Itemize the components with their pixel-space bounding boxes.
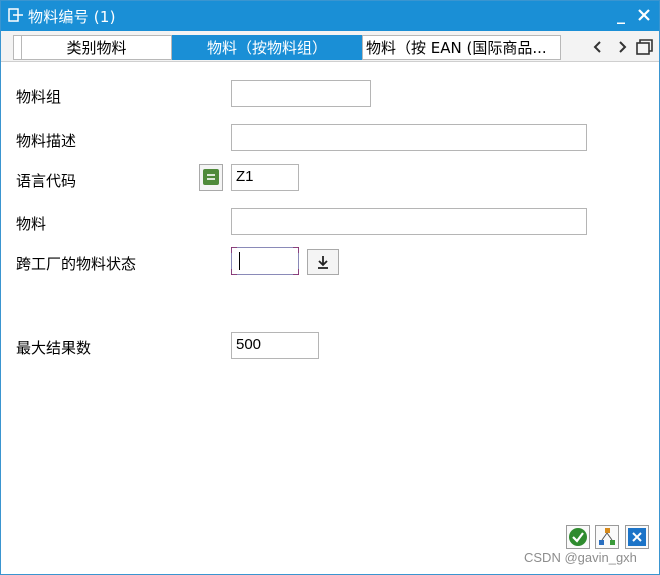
check-icon <box>569 528 587 546</box>
max-results-label: 最大结果数 <box>16 339 92 357</box>
close-icon[interactable] <box>636 6 652 24</box>
material-group-label: 物料组 <box>16 88 62 106</box>
dialog-window: 物料编号 (1) _ 类别物料 物料（按物料组） 物料（按 EAN (国际商品.… <box>0 0 660 575</box>
cross-plant-status-label: 跨工厂的物料状态 <box>16 255 137 273</box>
window-title: 物料编号 (1) <box>28 8 116 26</box>
minimize-icon[interactable]: _ <box>613 6 629 24</box>
cancel-icon <box>628 528 646 546</box>
equals-icon <box>203 169 219 185</box>
material-label: 物料 <box>16 215 47 233</box>
chevron-left-icon[interactable] <box>589 37 607 57</box>
focus-corners <box>231 247 299 275</box>
watermark-text: CSDN @gavin_gxh <box>524 550 637 565</box>
tab-material-by-ean[interactable]: 物料（按 EAN (国际商品... <box>362 35 561 60</box>
max-results-input[interactable]: 500 <box>231 332 319 359</box>
material-description-input[interactable] <box>231 124 587 151</box>
confirm-button[interactable] <box>566 525 590 549</box>
download-icon <box>318 256 328 269</box>
tab-category-material[interactable]: 类别物料 <box>21 35 172 60</box>
language-select-button[interactable] <box>199 164 223 191</box>
cancel-button[interactable] <box>625 525 649 549</box>
chevron-right-icon[interactable] <box>613 37 631 57</box>
tab-strip: 类别物料 物料（按物料组） 物料（按 EAN (国际商品... <box>1 31 659 62</box>
hierarchy-icon <box>599 528 615 545</box>
title-bar: 物料编号 (1) _ <box>1 1 659 31</box>
hierarchy-button[interactable] <box>595 525 619 549</box>
cross-plant-status-input[interactable] <box>231 247 299 275</box>
language-code-label: 语言代码 <box>16 172 77 190</box>
tab-material-by-group[interactable]: 物料（按物料组） <box>172 35 362 60</box>
value-help-button[interactable] <box>307 249 339 275</box>
language-code-input[interactable]: Z1 <box>231 164 299 191</box>
tab-overflow-edge <box>13 35 21 60</box>
window-menu-icon[interactable] <box>8 8 24 22</box>
material-group-input[interactable] <box>231 80 371 107</box>
tab-list-icon[interactable] <box>635 37 653 57</box>
material-description-label: 物料描述 <box>16 132 77 150</box>
material-input[interactable] <box>231 208 587 235</box>
